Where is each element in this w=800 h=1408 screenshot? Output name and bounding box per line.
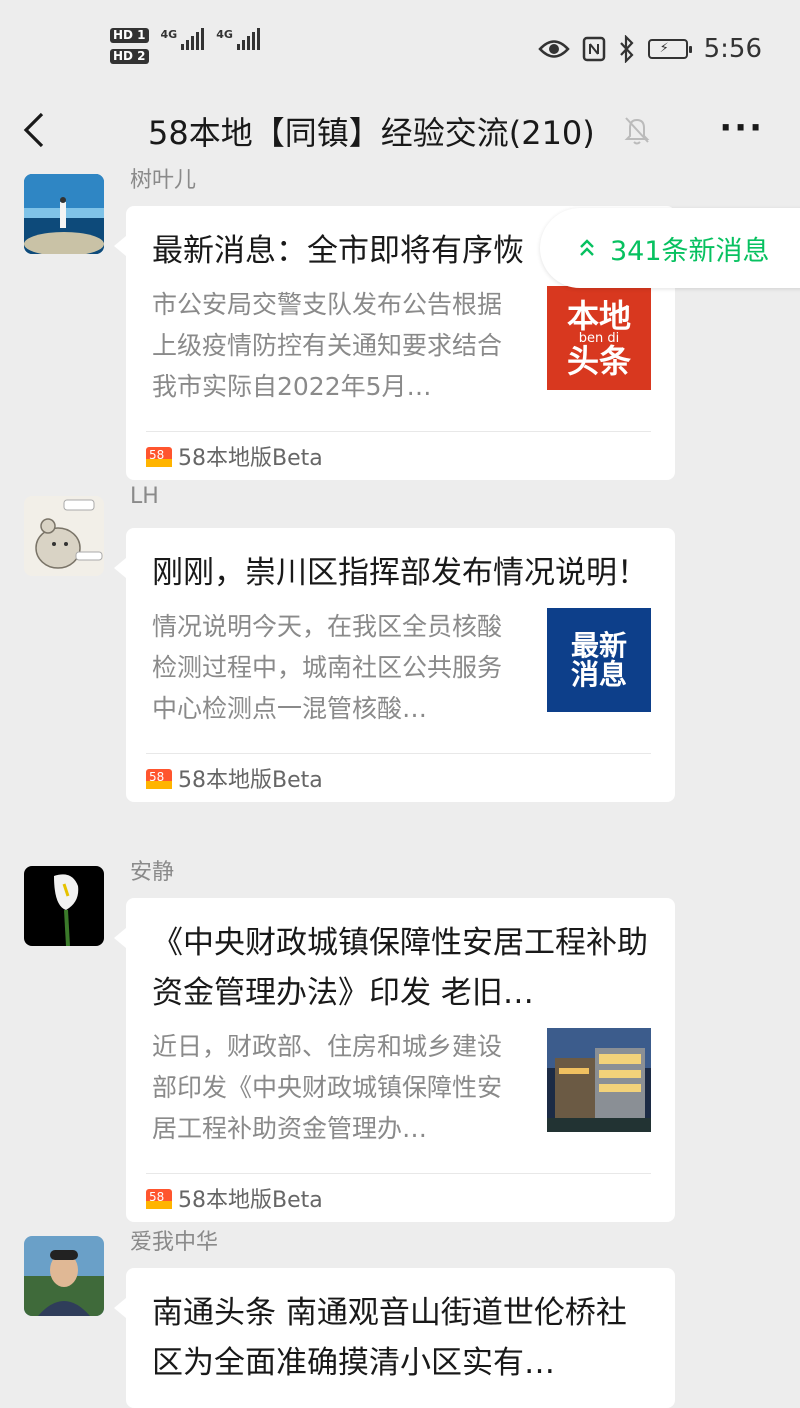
article-description: 市公安局交警支队发布公告根据上级疫情防控有关通知要求结合我市实际自2022年5月… [152,290,503,401]
thumb-text-line1: 本地 [566,296,631,335]
sender-name: 爱我中华 [130,1230,219,1255]
card-footer: 58 58本地版Beta [146,1173,651,1222]
more-options-button[interactable]: ··· [719,108,764,148]
sender-name: LH [130,484,159,509]
nfc-icon [582,36,605,62]
thumb-text-line3: 头条 [566,341,631,380]
article-thumbnail: 本地 ben di 头条 [547,286,651,390]
svg-text:58: 58 [149,770,164,784]
source-label: 58本地版Beta [178,446,323,471]
new-messages-button[interactable]: 341条新消息 [540,208,800,288]
status-bar: HD 1 HD 2 4G 4G ⚡ 5:56 [0,0,800,96]
chevron-left-icon [23,112,44,148]
chat-title: 58本地【同镇】经验交流(210) [148,114,595,152]
muted-bell-icon [624,117,650,145]
signal-indicators: HD 1 HD 2 4G 4G [110,28,260,64]
back-button[interactable] [22,110,48,158]
article-card[interactable]: 《中央财政城镇保障性安居工程补助资金管理办法》印发 老旧… 近日，财政部、住房和… [114,898,675,1222]
bluetooth-icon [619,35,634,63]
58-app-icon: 58 [146,769,172,789]
article-card[interactable]: 刚刚，崇川区指挥部发布情况说明！ 情况说明今天，在我区全员核酸检测过程中，城南社… [114,528,675,802]
58-app-icon: 58 [146,447,172,467]
source-label: 58本地版Beta [178,1188,323,1213]
eye-icon [537,40,570,58]
article-title: 《中央财政城镇保障性安居工程补助资金管理办法》印发 老旧… [152,925,648,1011]
clock: 5:56 [703,34,762,64]
article-card[interactable]: 南通头条 南通观音山街道世伦桥社区为全面准确摸清小区实有… [114,1268,675,1408]
article-thumbnail [547,1028,651,1132]
article-description: 情况说明今天，在我区全员核酸检测过程中，城南社区公共服务中心检测点一混管核酸… [152,612,503,723]
article-title: 刚刚，崇川区指挥部发布情况说明！ [152,555,648,591]
new-messages-label: 341条新消息 [610,235,770,267]
avatar[interactable] [24,496,104,576]
svg-text:58: 58 [149,1190,164,1204]
avatar[interactable] [24,866,104,946]
signal-2-icon: 4G [216,28,260,50]
thumb-text-line1: 最新 [570,628,627,662]
hd1-badge: HD 1 [110,28,149,43]
svg-text:58: 58 [149,448,164,462]
chat-header: 58本地【同镇】经验交流(210) ··· [0,96,800,176]
article-description: 近日，财政部、住房和城乡建设部印发《中央财政城镇保障性安居工程补助资金管理办… [152,1032,503,1143]
thumb-text-line2: 消息 [570,658,627,691]
58-app-icon: 58 [146,1189,172,1209]
article-title: 南通头条 南通观音山街道世伦桥社区为全面准确摸清小区实有… [152,1295,627,1381]
avatar[interactable] [24,1236,104,1316]
source-label: 58本地版Beta [178,768,323,793]
card-footer: 58 58本地版Beta [146,753,651,802]
double-chevron-up-icon [580,239,594,256]
sender-name: 树叶儿 [130,168,197,193]
signal-1-icon: 4G [161,28,205,50]
hd2-badge: HD 2 [110,49,149,64]
card-footer: 58 58本地版Beta [146,431,651,480]
avatar[interactable] [24,174,104,254]
article-thumbnail: 最新 消息 [547,608,651,712]
sender-name: 安静 [130,860,175,885]
battery-charging-icon: ⚡ [647,39,692,59]
